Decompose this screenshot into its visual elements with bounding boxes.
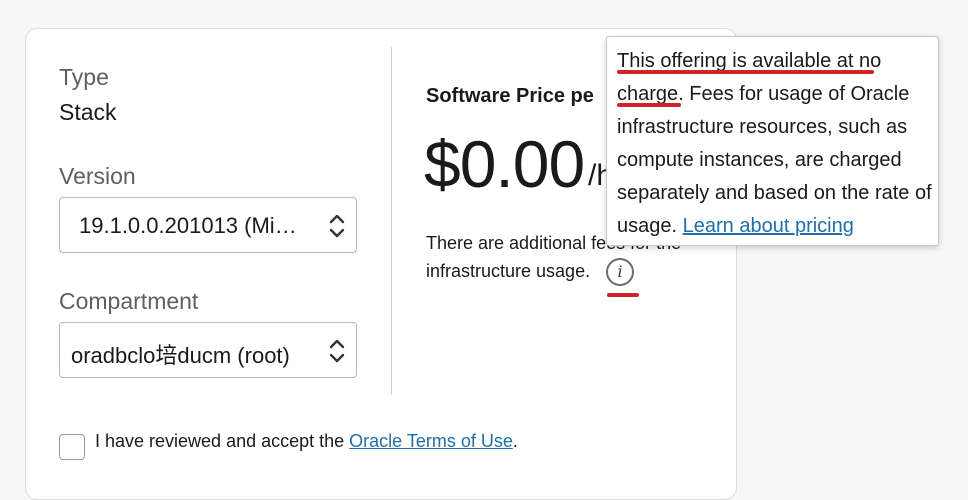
chevron-up-down-icon	[329, 339, 345, 363]
annotation-underline-info	[607, 293, 639, 297]
type-value: Stack	[59, 99, 117, 125]
compartment-select-value: oradbclo培ducm (root)	[71, 343, 290, 368]
type-label: Type	[59, 64, 109, 90]
pricing-tooltip: This offering is available at no charge.…	[606, 36, 939, 246]
terms-text: I have reviewed and accept the Oracle Te…	[95, 431, 518, 452]
version-label: Version	[59, 163, 136, 189]
info-icon[interactable]: i	[606, 258, 634, 286]
version-select-value: 19.1.0.0.201013 (Mi…	[79, 213, 297, 238]
compartment-label: Compartment	[59, 288, 199, 314]
terms-of-use-link[interactable]: Oracle Terms of Use	[349, 431, 513, 451]
version-select[interactable]: 19.1.0.0.201013 (Mi…	[59, 197, 357, 253]
price-amount: $0.00	[424, 127, 585, 201]
tooltip-body: This offering is available at no charge.…	[617, 50, 932, 237]
terms-checkbox[interactable]	[59, 434, 85, 460]
compartment-select[interactable]: oradbclo培ducm (root)	[59, 322, 357, 378]
terms-prefix: I have reviewed and accept the	[95, 431, 350, 451]
software-price-heading: Software Price pe	[426, 85, 594, 107]
section-divider	[391, 47, 392, 395]
chevron-up-down-icon	[329, 214, 345, 238]
tooltip-text: This offering is available at no charge.…	[617, 45, 933, 243]
terms-suffix: .	[512, 431, 518, 451]
annotation-underline-line2	[617, 103, 681, 107]
learn-about-pricing-link[interactable]: Learn about pricing	[683, 215, 854, 237]
annotation-underline-line1	[617, 70, 874, 74]
